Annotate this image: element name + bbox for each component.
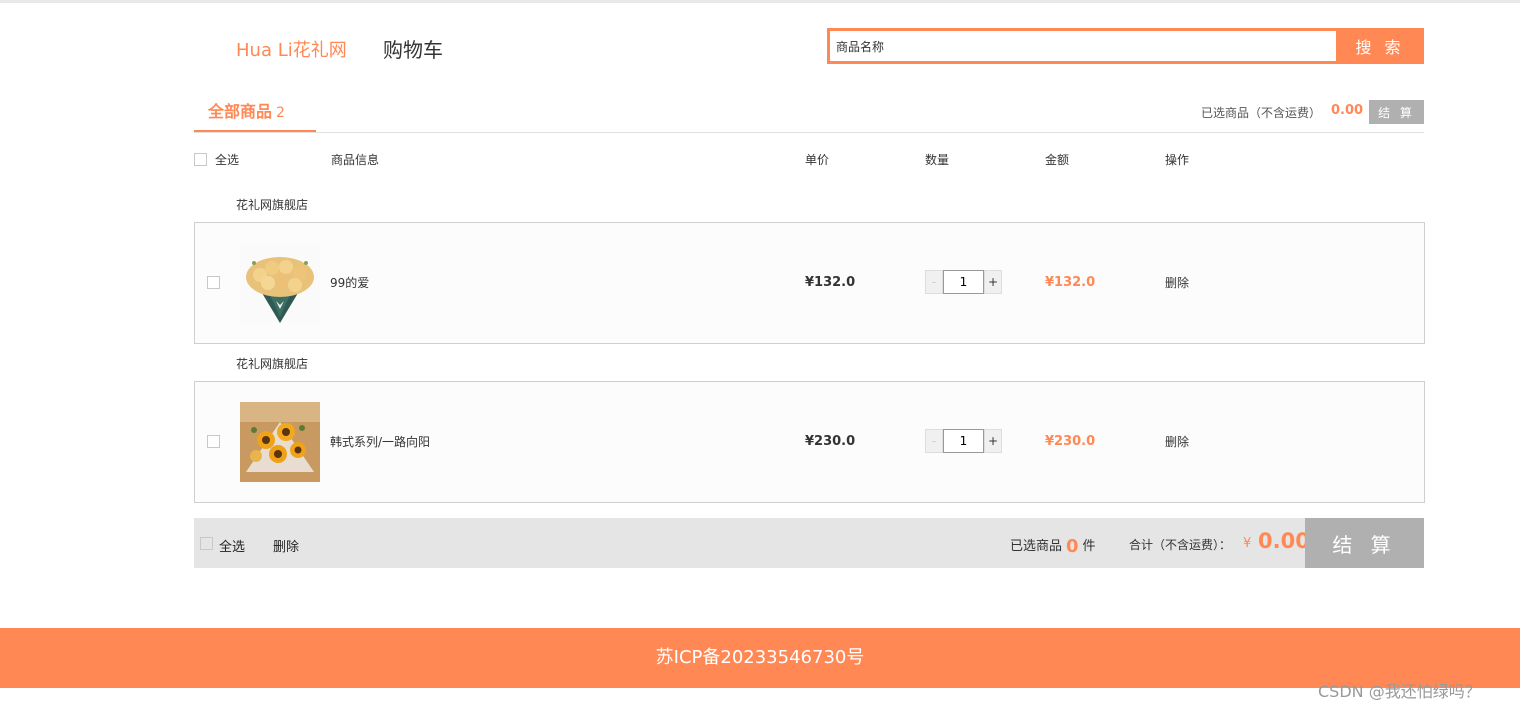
shop-name[interactable]: 花礼网旗舰店 bbox=[236, 196, 308, 213]
cart-item: 99的爱 ¥132.0 - + ¥132.0 删除 bbox=[194, 222, 1425, 344]
item-checkbox[interactable] bbox=[207, 276, 220, 289]
tab-all-label: 全部商品 bbox=[208, 102, 273, 121]
tab-all-products[interactable]: 全部商品 2 bbox=[208, 98, 285, 122]
increase-quantity-button[interactable]: + bbox=[984, 270, 1002, 294]
product-name[interactable]: 99的爱 bbox=[330, 274, 369, 291]
search-button[interactable]: 搜 索 bbox=[1336, 28, 1424, 64]
decrease-quantity-button[interactable]: - bbox=[925, 270, 943, 294]
top-checkout-button[interactable]: 结 算 bbox=[1369, 100, 1424, 124]
shop-name[interactable]: 花礼网旗舰店 bbox=[236, 355, 308, 372]
cart-item: 韩式系列/一路向阳 ¥230.0 - + ¥230.0 删除 bbox=[194, 381, 1425, 503]
selected-total: 0.00 bbox=[1331, 103, 1364, 118]
column-header-quantity: 数量 bbox=[925, 153, 950, 167]
item-amount: ¥132.0 bbox=[1045, 275, 1096, 290]
selected-count-suffix: 件 bbox=[1082, 539, 1096, 554]
column-header-price: 单价 bbox=[805, 153, 830, 167]
column-header-amount: 金额 bbox=[1045, 153, 1070, 167]
column-header-info: 商品信息 bbox=[331, 153, 380, 167]
product-image-bouquet-sunflowers[interactable] bbox=[240, 402, 320, 482]
selected-label: 已选商品（不含运费） bbox=[1201, 106, 1322, 120]
selected-count-prefix: 已选商品 bbox=[1010, 539, 1063, 554]
unit-price: ¥230.0 bbox=[805, 434, 856, 449]
select-all-checkbox[interactable] bbox=[194, 153, 207, 166]
quantity-input[interactable] bbox=[943, 270, 984, 294]
bottom-select-all-checkbox[interactable] bbox=[200, 537, 213, 550]
selected-count-text: 已选商品 0 件 bbox=[1010, 535, 1096, 557]
top-border bbox=[0, 0, 1520, 3]
item-checkbox[interactable] bbox=[207, 435, 220, 448]
checkout-button[interactable]: 结 算 bbox=[1305, 518, 1424, 568]
quantity-stepper: - + bbox=[925, 429, 1003, 453]
delete-item-link[interactable]: 删除 bbox=[1165, 274, 1189, 291]
total-amount: 0.00 bbox=[1258, 529, 1310, 553]
product-image-bouquet-roses[interactable] bbox=[240, 243, 320, 323]
increase-quantity-button[interactable]: + bbox=[984, 429, 1002, 453]
table-header: 全选 商品信息 单价 数量 金额 操作 bbox=[0, 151, 1520, 171]
unit-price: ¥132.0 bbox=[805, 275, 856, 290]
tab-all-count: 2 bbox=[276, 105, 285, 121]
brand-logo[interactable]: Hua Li花礼网 bbox=[236, 36, 347, 62]
delete-item-link[interactable]: 删除 bbox=[1165, 433, 1189, 450]
column-header-action: 操作 bbox=[1165, 153, 1190, 167]
bottom-delete-button[interactable]: 删除 bbox=[273, 536, 299, 555]
item-amount: ¥230.0 bbox=[1045, 434, 1096, 449]
product-name[interactable]: 韩式系列/一路向阳 bbox=[330, 433, 430, 450]
search-input[interactable] bbox=[830, 31, 1336, 61]
page-title: 购物车 bbox=[383, 38, 443, 62]
tab-divider bbox=[194, 132, 1424, 133]
total-label: 合计（不含运费）： bbox=[1129, 538, 1232, 552]
watermark: CSDN @我还怕绿吗？ bbox=[1318, 682, 1481, 701]
decrease-quantity-button[interactable]: - bbox=[925, 429, 943, 453]
quantity-stepper: - + bbox=[925, 270, 1003, 294]
select-all-label: 全选 bbox=[215, 153, 240, 167]
footer-icp: 苏ICP备20233546730号 bbox=[0, 628, 1520, 688]
bottom-select-all-label: 全选 bbox=[219, 540, 246, 555]
checkout-bar: 全选 删除 已选商品 0 件 合计（不含运费）： ¥ 0.00 结 算 bbox=[194, 518, 1424, 568]
selected-count: 0 bbox=[1066, 536, 1079, 557]
quantity-input[interactable] bbox=[943, 429, 984, 453]
search-bar: 搜 索 bbox=[827, 28, 1424, 64]
total-currency: ¥ bbox=[1243, 536, 1252, 551]
